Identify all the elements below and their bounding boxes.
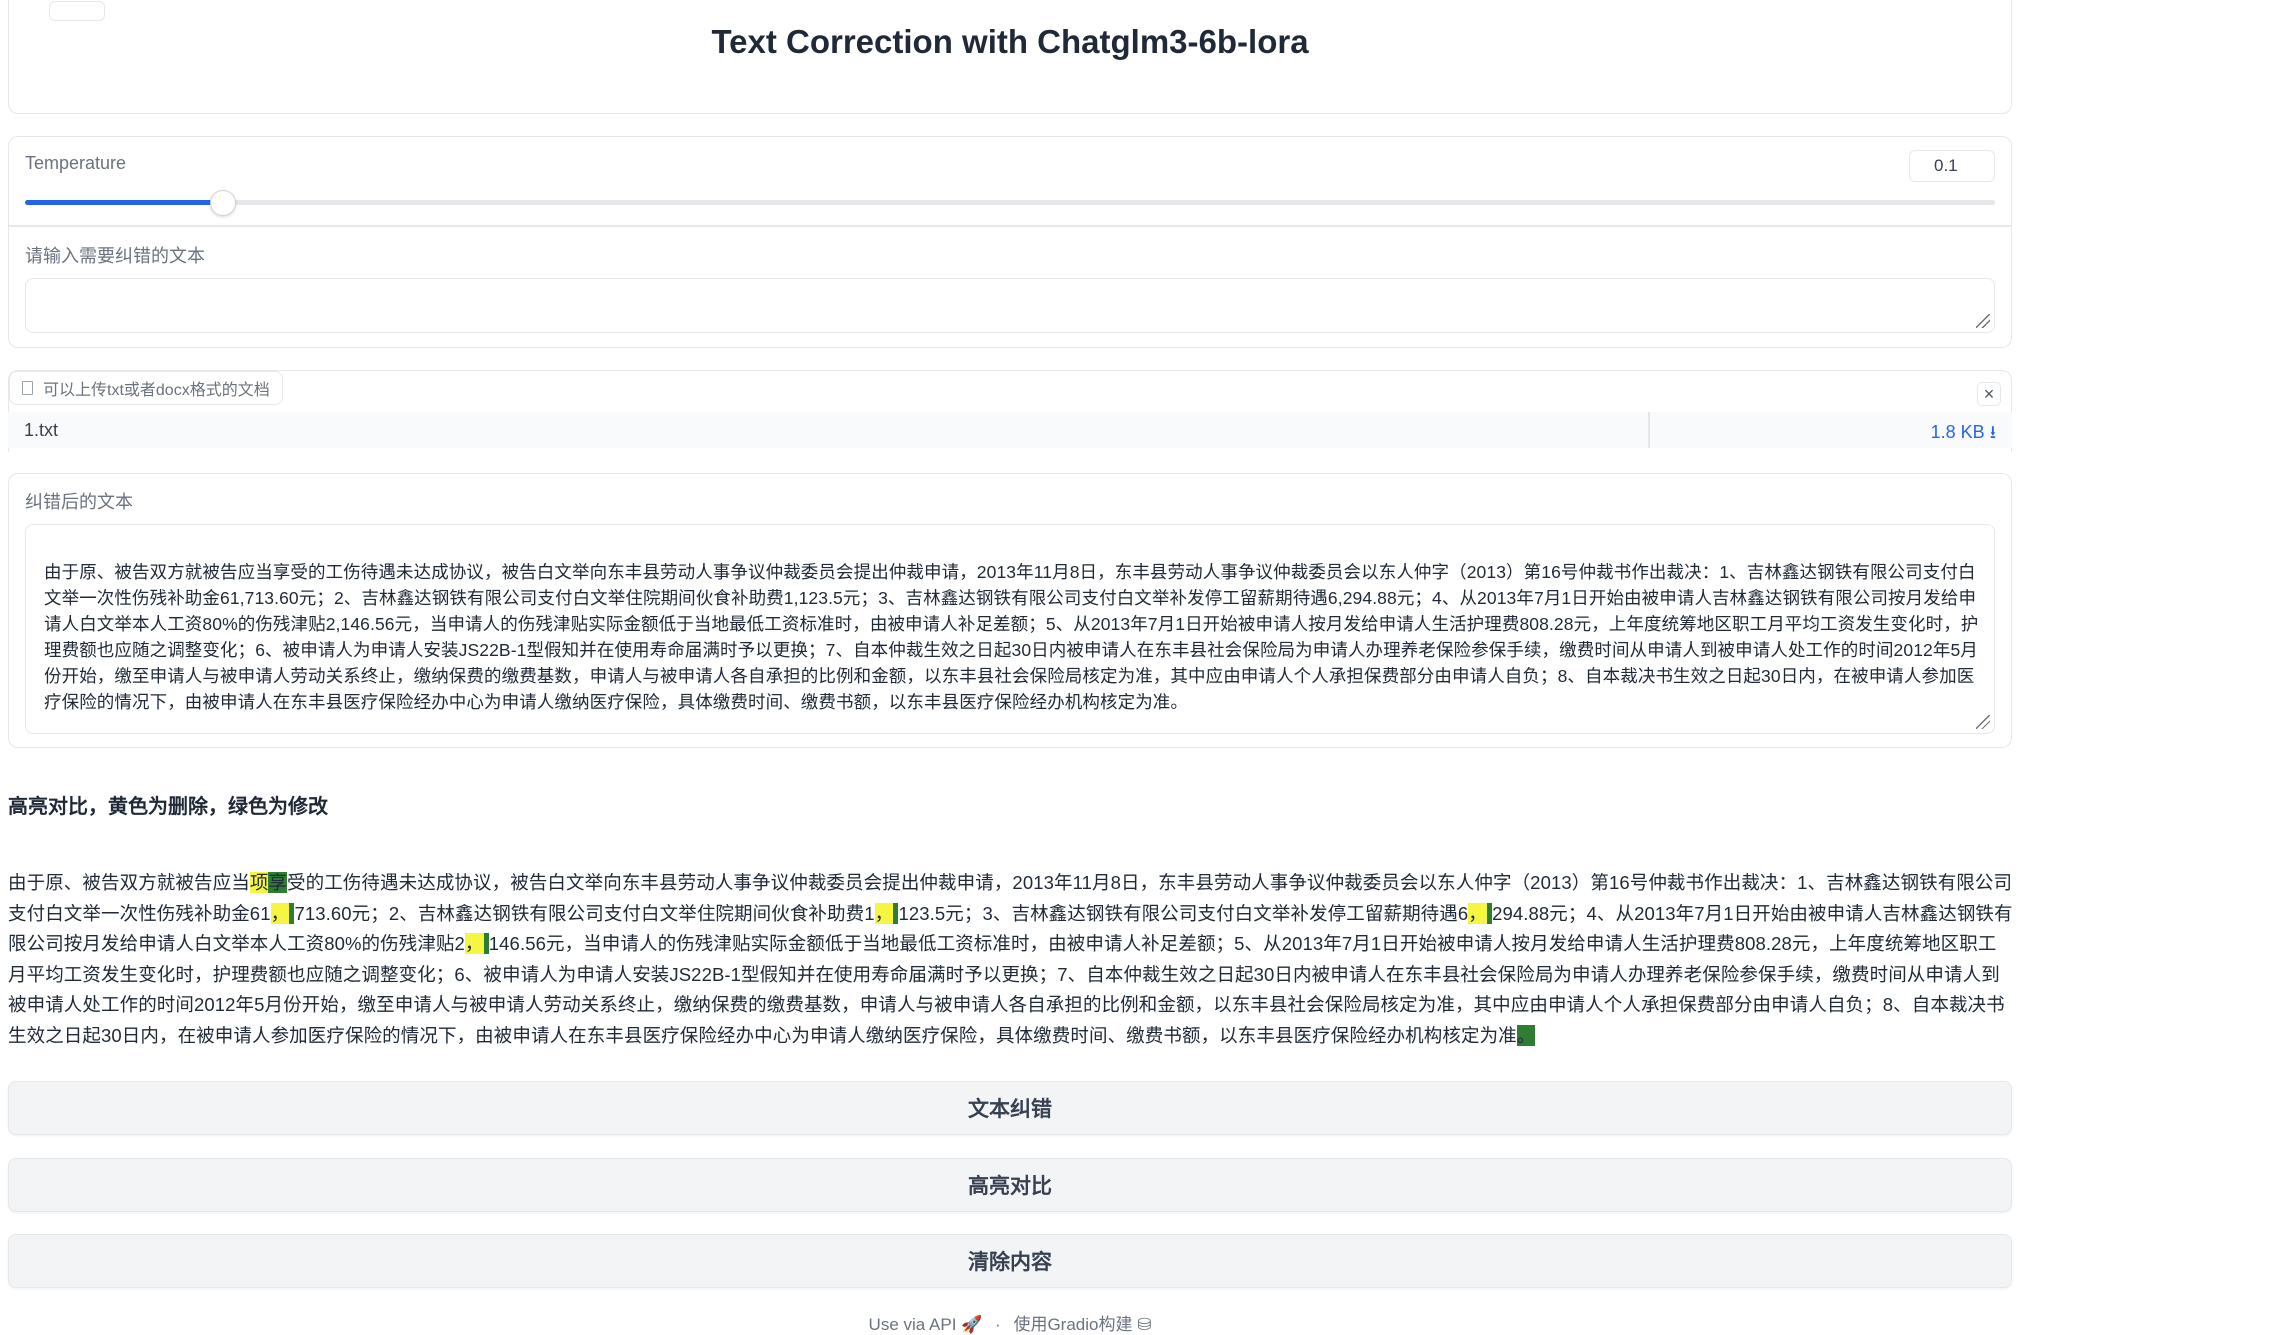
- deleted-highlight: ，: [874, 902, 894, 924]
- output-textarea[interactable]: 由于原、被告双方就被告应当享受的工伤待遇未达成协议，被告白文举向东丰县劳动人事争…: [25, 524, 1995, 734]
- modified-highlight: 。: [1516, 1024, 1536, 1046]
- temperature-value-input[interactable]: 0.1: [1909, 150, 1995, 182]
- built-with-gradio-link[interactable]: 使用Gradio构建 ⛁: [1013, 1315, 1151, 1334]
- input-textarea[interactable]: [25, 278, 1995, 333]
- temperature-label: Temperature: [25, 153, 127, 173]
- unchanged-text: 713.60元；2、吉林鑫达钢铁有限公司支付白文举住院期间伙食补助费1: [294, 902, 875, 924]
- settings-panel: Temperature 0.1 请输入需要纠错的文本: [8, 136, 2012, 348]
- output-label: 纠错后的文本: [25, 492, 133, 512]
- upload-label: 可以上传txt或者docx格式的文档: [43, 382, 270, 399]
- temperature-slider-fill: [25, 200, 222, 205]
- file-divider: [1648, 412, 1650, 448]
- close-icon[interactable]: ×: [1977, 382, 2001, 406]
- modified-highlight: 享: [268, 872, 288, 893]
- output-text: 由于原、被告双方就被告应当享受的工伤待遇未达成协议，被告白文举向东丰县劳动人事争…: [44, 562, 1979, 712]
- output-panel: 纠错后的文本 由于原、被告双方就被告应当享受的工伤待遇未达成协议，被告白文举向东…: [8, 473, 2012, 748]
- highlight-title: 高亮对比，黄色为删除，绿色为修改: [8, 796, 328, 818]
- input-label: 请输入需要纠错的文本: [25, 246, 205, 266]
- deleted-highlight: ，: [464, 933, 484, 954]
- deleted-highlight: ，: [1468, 902, 1487, 924]
- temperature-slider[interactable]: [25, 190, 1995, 216]
- compare-button[interactable]: 高亮对比: [8, 1158, 2012, 1212]
- deleted-highlight: 项: [249, 872, 269, 893]
- correct-button[interactable]: 文本纠错: [8, 1081, 2012, 1135]
- file-size-download-link[interactable]: 1.8 KB ⭳: [1931, 420, 1996, 450]
- footer: Use via API 🚀 · 使用Gradio构建 ⛁: [0, 1310, 2020, 1335]
- resize-handle[interactable]: [1976, 715, 1990, 729]
- clear-button[interactable]: 清除内容: [8, 1234, 2012, 1288]
- upload-label-chip: 可以上传txt或者docx格式的文档: [9, 371, 283, 405]
- file-icon: [22, 381, 33, 395]
- use-api-link[interactable]: Use via API 🚀: [869, 1315, 983, 1334]
- resize-handle[interactable]: [1976, 314, 1990, 328]
- header-panel: Text Correction with Chatglm3-6b-lora: [8, 0, 2012, 114]
- highlight-comparison-text: 由于原、被告双方就被告应当项享受的工伤待遇未达成协议，被告白文举向东丰县劳动人事…: [8, 868, 2013, 1051]
- deleted-highlight: ，: [270, 902, 290, 924]
- page-title: Text Correction with Chatglm3-6b-lora: [711, 23, 1309, 60]
- divider: [9, 225, 2011, 227]
- unchanged-text: 由于原、被告双方就被告应当: [8, 872, 250, 893]
- file-name: 1.txt: [24, 420, 59, 440]
- file-row: 1.txt 1.8 KB ⭳: [8, 412, 2012, 448]
- unchanged-text: 123.5元；3、吉林鑫达钢铁有限公司支付白文举补发停工留薪期待遇6: [898, 902, 1469, 924]
- header-tab[interactable]: [49, 1, 105, 21]
- footer-separator: ·: [995, 1315, 1001, 1334]
- temperature-slider-thumb[interactable]: [210, 190, 236, 216]
